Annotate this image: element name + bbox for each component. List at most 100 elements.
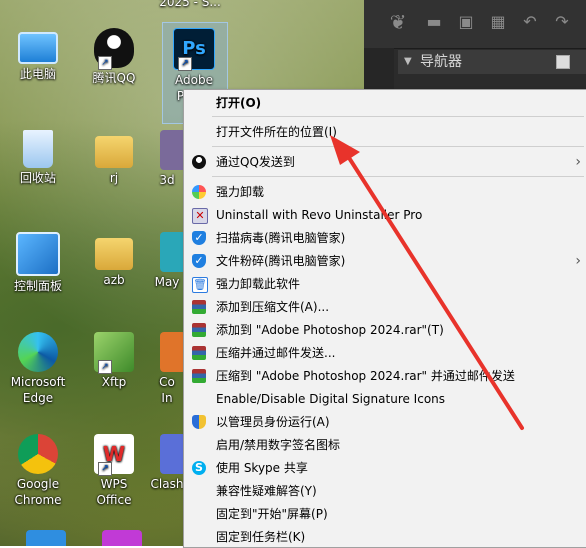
menu-item-label: 通过QQ发送到 xyxy=(216,155,295,169)
menu-item-digital-signature-zh[interactable]: 启用/禁用数字签名图标 xyxy=(184,434,586,456)
revo-icon: ✕ xyxy=(192,208,208,224)
menu-item-label: 打开文件所在的位置(I) xyxy=(216,125,337,139)
icon-label-line2: Edge xyxy=(22,391,54,405)
menu-item-label: 添加到 "Adobe Photoshop 2024.rar"(T) xyxy=(216,323,444,337)
desktop-icon-app[interactable]: Co In xyxy=(150,326,184,406)
navigator-checkbox[interactable] xyxy=(556,55,570,69)
3d-icon xyxy=(160,130,184,170)
menu-item-compress-rar-email[interactable]: 压缩到 "Adobe Photoshop 2024.rar" 并通过邮件发送 xyxy=(184,365,586,387)
save-as-icon[interactable]: ▦ xyxy=(488,12,508,32)
menu-item-revo-uninstall[interactable]: ✕ Uninstall with Revo Uninstaller Pro xyxy=(184,204,586,226)
shield-icon: ✓ xyxy=(192,254,206,268)
winrar-icon xyxy=(192,323,206,337)
menu-item-add-to-rar[interactable]: 添加到 "Adobe Photoshop 2024.rar"(T) xyxy=(184,319,586,341)
desktop-icon-this-pc[interactable]: 此电脑 xyxy=(6,22,70,82)
menu-item-force-uninstall[interactable]: 强力卸载 xyxy=(184,181,586,203)
menu-item-label: 扫描病毒(腾讯电脑管家) xyxy=(216,231,346,245)
shield-icon: ✓ xyxy=(192,231,206,245)
xftp-icon: ↗ xyxy=(94,332,134,374)
save-icon[interactable]: ▣ xyxy=(456,12,476,32)
menu-item-label: 添加到压缩文件(A)... xyxy=(216,300,330,314)
menu-separator xyxy=(212,116,584,117)
desktop-icon-partial-2[interactable] xyxy=(90,530,154,546)
menu-item-skype-share[interactable]: S 使用 Skype 共享 xyxy=(184,457,586,479)
menu-separator xyxy=(212,146,584,147)
menu-item-label: 启用/禁用数字签名图标 xyxy=(216,438,341,452)
menu-item-label: Enable/Disable Digital Signature Icons xyxy=(216,392,446,406)
computer-icon xyxy=(18,32,58,64)
icon-label-line2: In xyxy=(161,391,173,405)
shortcut-arrow-icon: ↗ xyxy=(98,462,112,476)
icon-label: azb xyxy=(103,273,125,287)
collapse-triangle-icon[interactable]: ▼ xyxy=(404,50,412,74)
menu-item-pin-taskbar[interactable]: 固定到任务栏(K) xyxy=(184,526,586,548)
menu-item-file-shred[interactable]: ✓ 文件粉碎(腾讯电脑管家) › xyxy=(184,250,586,272)
menu-item-label: 以管理员身份运行(A) xyxy=(216,415,330,429)
icon-label: Clash xyxy=(150,477,184,491)
icon-label: WPS Office xyxy=(96,477,132,507)
menu-item-add-to-archive[interactable]: 添加到压缩文件(A)... xyxy=(184,296,586,318)
uac-shield-icon xyxy=(192,415,206,429)
shortcut-arrow-icon: ↗ xyxy=(178,57,192,71)
edge-icon xyxy=(18,332,58,372)
desktop-icon-edge[interactable]: Microsoft Edge xyxy=(6,326,70,406)
navigator-panel-header[interactable]: ▼ 导航器 xyxy=(398,50,586,74)
desktop-icon-partial[interactable] xyxy=(14,530,78,546)
icon-label-line1: Google xyxy=(16,477,60,491)
icon-label: 3d xyxy=(159,173,175,187)
desktop-icon-qq[interactable]: ↗ 腾讯QQ xyxy=(82,22,146,86)
menu-item-uninstall-software[interactable]: 🗑 强力卸载此软件 xyxy=(184,273,586,295)
desktop-icon-3d[interactable]: 3d xyxy=(150,124,184,188)
trash-icon: 🗑 xyxy=(192,277,208,293)
clash-icon xyxy=(160,434,184,474)
desktop-icon-clash[interactable]: Clash xyxy=(150,428,184,492)
menu-separator xyxy=(212,176,584,177)
undo-icon[interactable]: ↶ xyxy=(520,12,540,32)
photoshop-toolbar: ❦ ▬ ▣ ▦ ↶ ↷ xyxy=(364,0,586,49)
desktop-icon-chrome[interactable]: Google Chrome xyxy=(6,428,70,508)
desktop-icon-control-panel[interactable]: 控制面板 xyxy=(6,226,70,294)
menu-item-run-as-admin[interactable]: 以管理员身份运行(A) xyxy=(184,411,586,433)
qq-icon: ↗ xyxy=(94,28,134,70)
menu-item-label: 压缩并通过邮件发送... xyxy=(216,346,336,360)
icon-label-line2: Chrome xyxy=(14,493,62,507)
desktop-icon-xftp[interactable]: ↗ Xftp xyxy=(82,326,146,390)
menu-item-label: Uninstall with Revo Uninstaller Pro xyxy=(216,208,423,222)
menu-item-label: 固定到"开始"屏幕(P) xyxy=(216,507,328,521)
maya-icon xyxy=(160,232,184,272)
chevron-right-icon: › xyxy=(575,154,581,170)
redo-icon[interactable]: ↷ xyxy=(552,12,572,32)
shortcut-arrow-icon: ↗ xyxy=(98,360,112,374)
app-icon xyxy=(26,530,66,546)
menu-item-compat-troubleshoot[interactable]: 兼容性疑难解答(Y) xyxy=(184,480,586,502)
desktop-icon-recycle-bin[interactable]: 回收站 xyxy=(6,124,70,186)
desktop-partial-label: 2025 - S... xyxy=(150,0,230,10)
menu-item-send-via-qq[interactable]: 通过QQ发送到 › xyxy=(184,151,586,173)
menu-item-digital-signature-en[interactable]: Enable/Disable Digital Signature Icons xyxy=(184,388,586,410)
control-panel-icon xyxy=(16,232,60,276)
icon-label: 回收站 xyxy=(19,171,56,185)
icon-label-line1: Adobe xyxy=(175,73,213,87)
menu-item-label: 文件粉碎(腾讯电脑管家) xyxy=(216,254,346,268)
menu-item-label: 打开(O) xyxy=(216,96,262,110)
qq-icon xyxy=(192,155,206,169)
desktop-icon-azb[interactable]: azb xyxy=(82,226,146,288)
desktop-icon-maya[interactable]: May xyxy=(150,226,184,290)
menu-item-label: 强力卸载此软件 xyxy=(216,277,301,291)
icon-label: 腾讯QQ xyxy=(92,71,136,85)
menu-item-scan-virus[interactable]: ✓ 扫描病毒(腾讯电脑管家) xyxy=(184,227,586,249)
folder-icon[interactable]: ▬ xyxy=(424,12,444,32)
icon-label: 控制面板 xyxy=(13,279,62,293)
feather-icon[interactable]: ❦ xyxy=(388,12,408,32)
icon-label: Xftp xyxy=(101,375,127,389)
folder-icon xyxy=(95,136,133,168)
partial-label-text: 2025 - S... xyxy=(159,0,221,9)
desktop-icon-rj[interactable]: rj xyxy=(82,124,146,186)
menu-item-compress-email[interactable]: 压缩并通过邮件发送... xyxy=(184,342,586,364)
desktop-icon-wps[interactable]: W ↗ WPS Office xyxy=(82,428,146,508)
menu-item-pin-start[interactable]: 固定到"开始"屏幕(P) xyxy=(184,503,586,525)
menu-item-open[interactable]: 打开(O) xyxy=(184,92,586,114)
menu-item-open-file-location[interactable]: 打开文件所在的位置(I) xyxy=(184,121,586,143)
wps-icon: W ↗ xyxy=(94,434,134,476)
app-icon xyxy=(102,530,142,546)
